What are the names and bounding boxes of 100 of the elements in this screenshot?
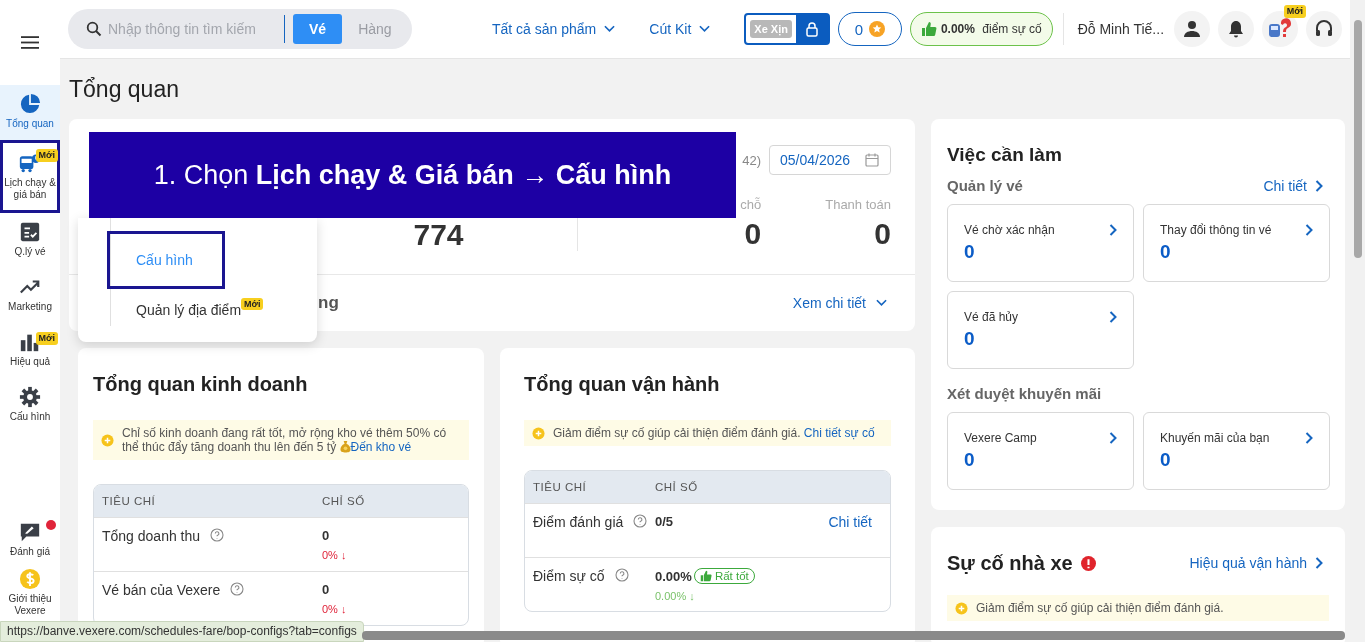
task-tile[interactable]: Vexere Camp 0 <box>947 412 1134 490</box>
card-title: Sự cố nhà xe <box>947 551 1073 576</box>
search-field[interactable]: Nhập thông tin tìm kiếm <box>106 20 280 38</box>
review-icon <box>19 521 41 543</box>
card-title: Tổng quan vận hành <box>524 372 721 397</box>
plus-coin-icon <box>101 433 114 447</box>
stat-label: chỗ <box>740 197 762 212</box>
task-tile[interactable]: Vé chờ xác nhận 0 <box>947 204 1134 282</box>
menu-item[interactable]: Cấu hình <box>110 234 222 286</box>
dropdown-menu[interactable]: Tất cả sản phẩm <box>486 20 622 38</box>
change-value: 0% ↓ <box>322 603 347 615</box>
support-button[interactable] <box>1306 11 1343 47</box>
new-badge: Mới <box>35 149 58 162</box>
user-icon <box>1182 19 1203 39</box>
details-link[interactable]: Chi tiết <box>1263 177 1323 194</box>
search-icon <box>86 21 102 37</box>
dollar-coin-icon <box>19 568 41 590</box>
incident-score-button[interactable]: 0.00% điểm sự cố <box>909 12 1053 46</box>
thumbs-up-icon <box>920 21 937 37</box>
task-tile[interactable]: Vé đã hủy 0 <box>947 291 1134 369</box>
lock-icon <box>803 21 820 37</box>
sidebar-item[interactable]: Giới thiệu Vexere <box>0 564 60 623</box>
metric-value: 0 <box>322 528 330 543</box>
metric-value: 0/5 <box>655 514 674 529</box>
new-badge: Mới <box>1283 5 1307 18</box>
tile-label: Vexere Camp <box>964 431 1037 445</box>
tile-value: 0 <box>964 241 976 263</box>
details-link[interactable]: Chi tiết <box>828 514 872 557</box>
details-link[interactable]: Hiệu quả vận hành <box>1189 555 1323 571</box>
help-icon <box>210 528 225 542</box>
headset-icon <box>1314 19 1335 39</box>
sidebar-item[interactable]: Q.lý vé <box>0 213 60 268</box>
details-link[interactable]: Xem chi tiết <box>792 295 887 311</box>
chevron-down-icon <box>699 25 711 33</box>
stat-label: Thanh toán <box>825 197 891 212</box>
search-tab[interactable]: Vé <box>293 14 343 44</box>
chevron-right-icon <box>1305 224 1313 236</box>
tile-label: Khuyến mãi của bạn <box>1160 431 1270 445</box>
alert-icon <box>1080 555 1096 571</box>
chevron-down-icon <box>604 25 616 33</box>
tile-value: 0 <box>1160 241 1172 263</box>
user-button[interactable] <box>1174 11 1211 47</box>
sidebar-item[interactable]: Marketing <box>0 268 60 323</box>
help-icon <box>230 582 245 596</box>
column-header: CHỈ SỐ <box>322 495 365 507</box>
plus-coin-icon <box>955 601 968 615</box>
section-title: ng <box>318 293 339 313</box>
chevron-right-icon <box>1315 557 1323 569</box>
chevron-down-icon <box>876 299 887 307</box>
stat-value: 0 <box>744 218 762 250</box>
date-field[interactable]: 05/04/2026 <box>769 145 891 175</box>
thumbs-up-icon <box>699 570 712 582</box>
sidebar-item[interactable]: Tổng quan <box>0 85 60 140</box>
menu-icon[interactable] <box>21 36 39 49</box>
new-badge: Mới <box>241 298 264 310</box>
card-title: Tổng quan kinh doanh <box>93 372 309 397</box>
column-header: CHỈ SỐ <box>655 481 698 493</box>
metric-label: Điểm đánh giá <box>533 514 624 530</box>
task-tile[interactable]: Khuyến mãi của bạn 0 <box>1143 412 1330 490</box>
metric-label: Tổng doanh thu <box>102 528 201 544</box>
tile-label: Thay đổi thông tin vé <box>1160 223 1272 237</box>
notice-link[interactable]: Đến kho vé <box>350 440 412 454</box>
dropdown-menu[interactable]: Cút Kit <box>643 20 717 38</box>
stat-value: 0 <box>874 218 891 250</box>
help-icon <box>614 568 629 582</box>
chevron-right-icon <box>1305 432 1313 444</box>
notice-text: Chỉ số kinh doanh đang rất tốt, mở rộng kho vé thêm 50% có thể thúc đẩy tăng doanh thu lên đến 5 tỷ Đến kho vé <box>122 426 448 454</box>
tile-value: 0 <box>1160 449 1172 471</box>
change-value: 0% ↓ <box>322 549 347 561</box>
money-bag-icon <box>339 440 351 453</box>
metric-value: 0.00% <box>655 568 692 584</box>
sidebar-item[interactable]: Đánh giá <box>0 517 60 564</box>
menu-item[interactable]: Quản lý địa điểm $^{Mới}$ <box>110 294 290 326</box>
column-header: TIÊU CHÍ <box>532 481 588 493</box>
card-title: Việc cần làm <box>947 143 1063 167</box>
bus-icon <box>19 152 41 174</box>
task-tile[interactable]: Thay đổi thông tin vé 0 <box>1143 204 1330 282</box>
tile-label: Vé đã hủy <box>964 310 1019 324</box>
chevron-right-icon <box>1109 432 1117 444</box>
sidebar-item[interactable]: Mới Lịch chạy & giá bán <box>0 140 60 213</box>
change-value: 0.00% ↓ <box>655 590 696 602</box>
metric-label: Vé bán của Vexere <box>102 582 221 598</box>
pie-chart-icon <box>19 93 41 115</box>
notice-link[interactable]: Chi tiết sự cố <box>803 426 875 440</box>
notice-text: Giảm điểm sự cố giúp cải thiện điểm đánh giá. <box>976 601 1225 615</box>
horizontal-scrollbar[interactable] <box>362 631 1345 640</box>
sidebar-item[interactable]: Mới Hiệu quả <box>0 323 60 378</box>
tutorial-tooltip: 1. Chọn Lịch chạy & Giá bán → Cấu hình <box>89 132 736 218</box>
notifications-button[interactable] <box>1218 11 1255 47</box>
new-badge: Mới <box>35 332 58 345</box>
page-title: Tổng quan <box>69 75 180 103</box>
sidebar-item[interactable]: Cấu hình <box>0 378 60 433</box>
rating-text: Rất tốt <box>714 570 749 582</box>
metric-label: Điểm sự cố <box>533 568 605 584</box>
plus-coin-icon <box>532 426 545 440</box>
settings-icon <box>19 386 41 408</box>
star-coin-icon <box>869 21 886 37</box>
user-name: Đỗ Minh Tiế... <box>1077 21 1165 37</box>
points-button[interactable]: 0 <box>837 12 902 46</box>
period-label: 42) <box>742 152 761 168</box>
